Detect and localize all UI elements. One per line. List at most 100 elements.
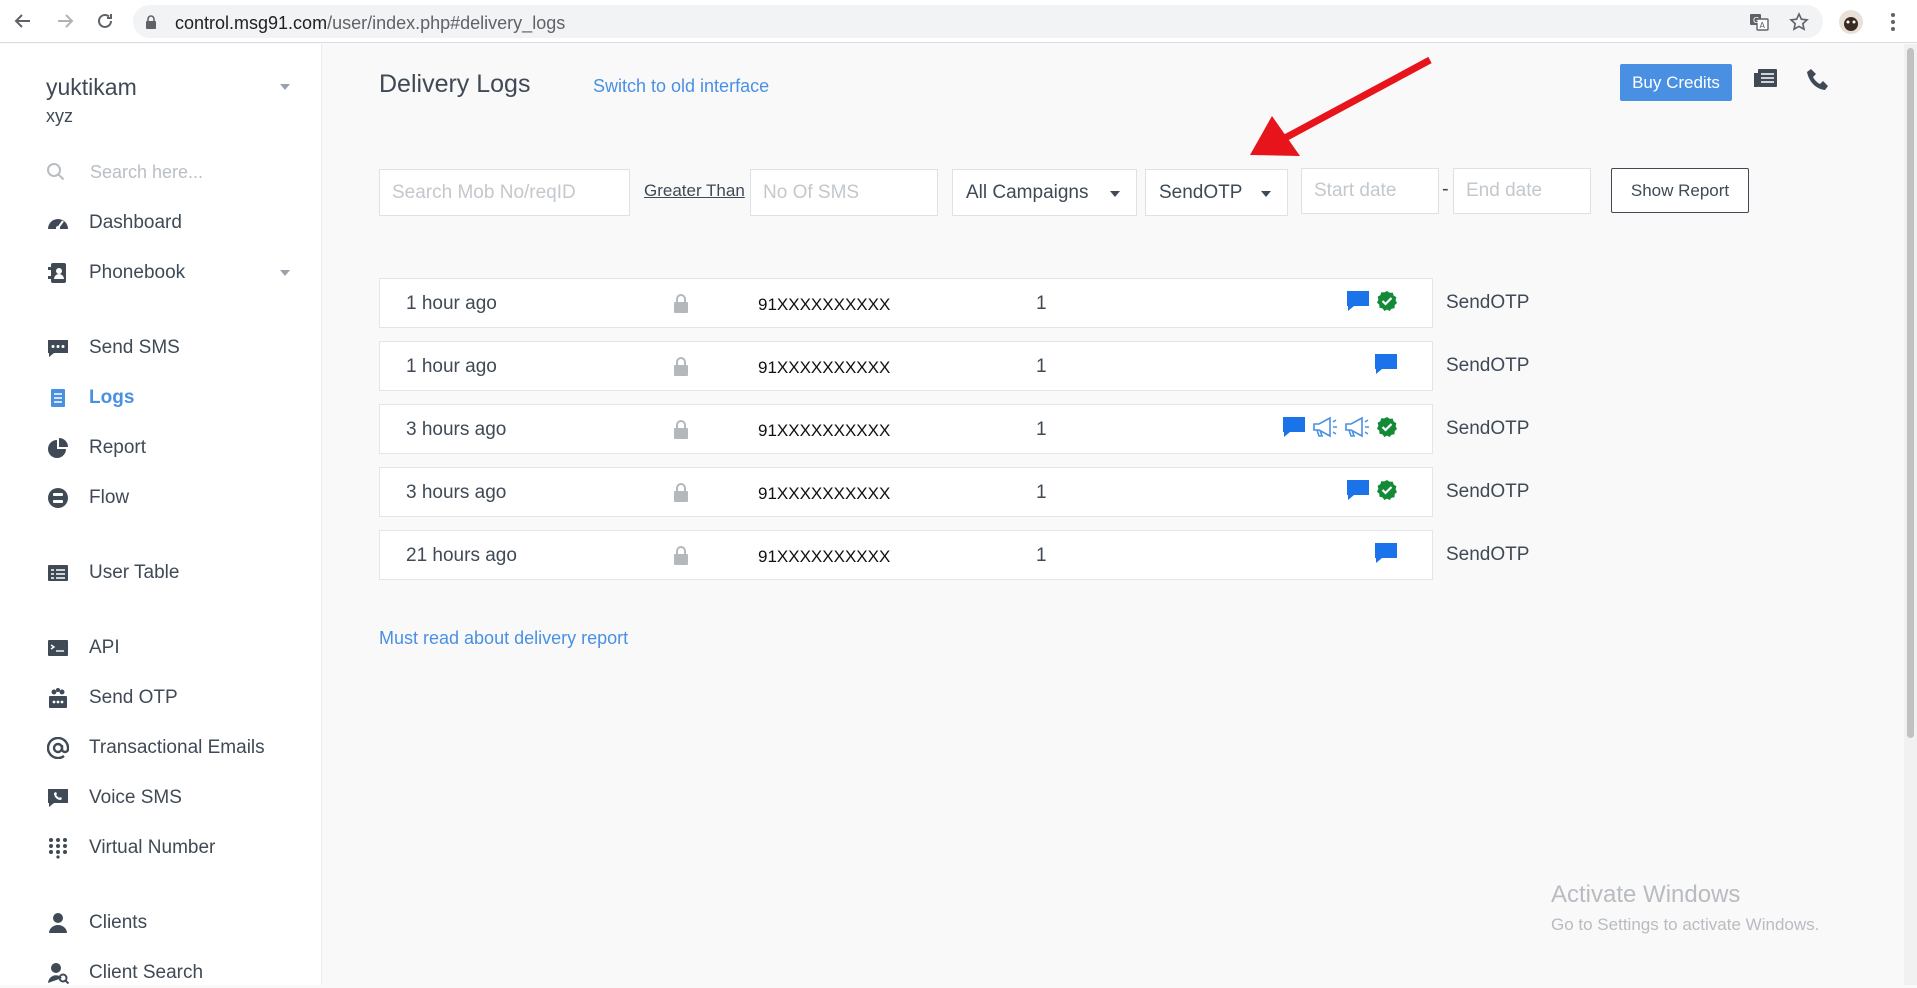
log-row[interactable]: 21 hours ago 91XXXXXXXXXX 1	[379, 530, 1433, 580]
at-icon	[46, 736, 70, 760]
client-search-icon	[46, 961, 70, 985]
sidebar-item-label: Send SMS	[89, 337, 180, 358]
profile-avatar[interactable]	[1838, 9, 1864, 35]
phonebook-icon	[46, 261, 70, 285]
log-campaign: SendOTP	[1446, 544, 1530, 565]
route-select-value: SendOTP	[1159, 181, 1243, 203]
start-date-input[interactable]	[1301, 168, 1439, 214]
log-sms-count: 1	[1036, 293, 1047, 314]
lock-icon[interactable]	[673, 546, 689, 570]
forward-icon[interactable]	[52, 8, 78, 34]
megaphone-icon[interactable]	[1312, 416, 1338, 438]
sidebar-item-voice-sms[interactable]: Voice SMS	[46, 783, 306, 813]
sidebar: yuktikam xyz Dashboard Phonebook Send SM…	[0, 44, 322, 985]
sidebar-item-api[interactable]: API	[46, 633, 306, 663]
buy-credits-button[interactable]: Buy Credits	[1620, 64, 1732, 101]
delivery-report-info-link[interactable]: Must read about delivery report	[379, 628, 628, 649]
lock-icon[interactable]	[673, 357, 689, 381]
switch-interface-link[interactable]: Switch to old interface	[593, 76, 769, 97]
log-row[interactable]: 3 hours ago 91XXXXXXXXXX 1	[379, 404, 1433, 454]
sidebar-item-label: Virtual Number	[89, 837, 216, 858]
chevron-down-icon	[1261, 191, 1271, 197]
log-row[interactable]: 1 hour ago 91XXXXXXXXXX 1	[379, 341, 1433, 391]
log-row[interactable]: 3 hours ago 91XXXXXXXXXX 1	[379, 467, 1433, 517]
show-report-button[interactable]: Show Report	[1611, 168, 1749, 213]
clients-icon	[46, 911, 70, 935]
phone-icon[interactable]	[1804, 66, 1832, 94]
sidebar-item-dashboard[interactable]: Dashboard	[46, 208, 306, 238]
sidebar-item-user-table[interactable]: User Table	[46, 558, 306, 588]
delivered-check-icon[interactable]	[1376, 479, 1398, 501]
log-mobile-number: 91XXXXXXXXXX	[758, 484, 891, 503]
sidebar-item-report[interactable]: Report	[46, 433, 306, 463]
sidebar-item-flow[interactable]: Flow	[46, 483, 306, 513]
back-icon[interactable]	[10, 8, 36, 34]
sidebar-item-clients[interactable]: Clients	[46, 908, 306, 938]
message-icon[interactable]	[1374, 353, 1398, 375]
log-sms-count: 1	[1036, 356, 1047, 377]
search-mobile-input[interactable]	[379, 169, 630, 216]
log-status-icons	[1374, 542, 1398, 564]
url-host: control.msg91.com	[175, 13, 328, 33]
greater-than-toggle[interactable]: Greater Than	[644, 181, 745, 201]
sidebar-item-send-otp[interactable]: Send OTP	[46, 683, 306, 713]
sms-count-input[interactable]	[750, 169, 938, 216]
sidebar-item-logs[interactable]: Logs	[46, 383, 306, 413]
message-icon[interactable]	[1346, 290, 1370, 312]
lock-icon[interactable]	[673, 420, 689, 444]
reload-icon[interactable]	[92, 8, 118, 34]
log-mobile-number: 91XXXXXXXXXX	[758, 547, 891, 566]
message-icon[interactable]	[1346, 479, 1370, 501]
sidebar-item-label: Flow	[89, 487, 130, 508]
api-icon	[46, 636, 70, 660]
log-mobile-number: 91XXXXXXXXXX	[758, 358, 891, 377]
log-mobile-number: 91XXXXXXXXXX	[758, 295, 891, 314]
star-icon[interactable]	[1786, 9, 1812, 35]
log-row[interactable]: 1 hour ago 91XXXXXXXXXX 1	[379, 278, 1433, 328]
svg-text:G: G	[1753, 16, 1759, 25]
log-campaign: SendOTP	[1446, 355, 1530, 376]
log-status-icons	[1374, 353, 1398, 375]
sidebar-item-label: API	[89, 637, 120, 658]
route-select[interactable]: SendOTP	[1145, 169, 1288, 216]
sidebar-item-label: Client Search	[89, 962, 204, 983]
sidebar-item-phonebook[interactable]: Phonebook	[46, 258, 306, 288]
voice-icon	[46, 786, 70, 810]
lock-icon[interactable]	[673, 483, 689, 507]
translate-icon[interactable]: GA	[1746, 9, 1772, 35]
page-scrollbar[interactable]	[1904, 44, 1917, 985]
otp-icon	[46, 686, 70, 710]
campaign-select[interactable]: All Campaigns	[952, 169, 1137, 216]
scrollbar-thumb[interactable]	[1907, 48, 1914, 738]
sidebar-item-label: Report	[89, 437, 147, 458]
sidebar-item-label: Voice SMS	[89, 787, 182, 808]
megaphone-icon[interactable]	[1344, 416, 1370, 438]
url-path: /user/index.php#delivery_logs	[327, 13, 566, 33]
activate-windows-subtitle: Go to Settings to activate Windows.	[1551, 915, 1820, 934]
address-bar[interactable]: control.msg91.com/user/index.php#deliver…	[133, 5, 1823, 38]
message-icon[interactable]	[1374, 542, 1398, 564]
pie-chart-icon	[46, 436, 70, 460]
dialpad-icon	[46, 836, 70, 860]
sidebar-item-label: Clients	[89, 912, 148, 933]
delivered-check-icon[interactable]	[1376, 290, 1398, 312]
flow-icon	[46, 486, 70, 510]
end-date-input[interactable]	[1453, 168, 1591, 214]
sidebar-item-label: Phonebook	[89, 262, 186, 283]
sidebar-item-virtual-number[interactable]: Virtual Number	[46, 833, 306, 863]
sidebar-item-transactional-emails[interactable]: Transactional Emails	[46, 733, 306, 763]
sidebar-item-send-sms[interactable]: Send SMS	[46, 333, 306, 363]
dashboard-icon	[46, 211, 70, 235]
account-caret-icon[interactable]	[280, 84, 290, 90]
sidebar-item-client-search[interactable]: Client Search	[46, 958, 306, 988]
lock-icon	[145, 15, 157, 34]
activate-windows-title: Activate Windows	[1551, 881, 1741, 908]
lock-icon[interactable]	[673, 294, 689, 318]
notes-icon[interactable]	[1752, 66, 1780, 94]
menu-dots-icon[interactable]	[1880, 9, 1906, 35]
sidebar-search-input[interactable]	[90, 158, 290, 186]
account-name[interactable]: yuktikam	[46, 74, 137, 101]
message-icon[interactable]	[1282, 416, 1306, 438]
delivered-check-icon[interactable]	[1376, 416, 1398, 438]
page-title: Delivery Logs	[379, 70, 531, 98]
